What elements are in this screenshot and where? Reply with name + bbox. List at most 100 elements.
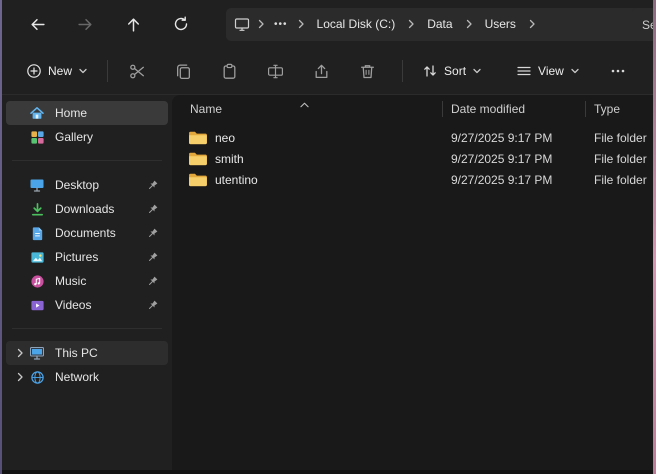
sort-icon <box>422 63 438 79</box>
copy-icon <box>175 63 192 80</box>
navigation-sidebar: Home Gallery Deskt <box>2 95 172 470</box>
more-options-button[interactable] <box>598 55 638 87</box>
file-date-modified: 9/27/2025 9:17 PM <box>442 131 586 145</box>
plus-circle-icon <box>26 63 42 79</box>
chevron-right-icon <box>294 19 308 29</box>
toolbar-separator <box>107 60 108 82</box>
sidebar-item-desktop[interactable]: Desktop <box>6 173 168 197</box>
folder-icon <box>188 130 207 145</box>
file-row-smith[interactable]: smith 9/27/2025 9:17 PM File folder <box>172 148 653 169</box>
sidebar-item-label: Desktop <box>55 178 144 192</box>
sort-label: Sort <box>444 64 466 78</box>
sidebar-item-label: Gallery <box>55 130 144 144</box>
rename-button[interactable] <box>255 55 295 87</box>
new-label: New <box>48 64 72 78</box>
home-icon <box>28 104 46 122</box>
column-label: Type <box>594 102 620 116</box>
explorer-body: Home Gallery Deskt <box>2 95 653 470</box>
sidebar-item-label: Downloads <box>55 202 144 216</box>
pin-icon <box>144 227 160 240</box>
delete-icon <box>359 63 376 80</box>
sidebar-item-pictures[interactable]: Pictures <box>6 245 168 269</box>
refresh-button[interactable] <box>165 8 197 40</box>
paste-button[interactable] <box>209 55 249 87</box>
column-label: Name <box>190 102 222 116</box>
file-type: File folder <box>586 173 653 187</box>
file-name: utentino <box>215 173 258 187</box>
column-header-date-modified[interactable]: Date modified <box>442 101 585 117</box>
music-icon <box>28 272 46 290</box>
sidebar-item-documents[interactable]: Documents <box>6 221 168 245</box>
up-button[interactable] <box>117 8 149 40</box>
column-header-type[interactable]: Type <box>585 101 653 117</box>
breadcrumb-local-disk[interactable]: Local Disk (C:) <box>308 12 405 37</box>
copy-button[interactable] <box>163 55 203 87</box>
file-row-utentino[interactable]: utentino 9/27/2025 9:17 PM File folder <box>172 169 653 190</box>
sidebar-item-this-pc[interactable]: This PC <box>6 341 168 365</box>
search-text: Se <box>642 18 653 32</box>
sidebar-item-music[interactable]: Music <box>6 269 168 293</box>
gallery-icon <box>28 128 46 146</box>
sidebar-item-network[interactable]: Network <box>6 365 168 389</box>
rename-icon <box>267 63 284 80</box>
chevron-right-icon <box>462 19 476 29</box>
cut-button[interactable] <box>117 55 157 87</box>
sort-button[interactable]: Sort <box>412 55 492 87</box>
sidebar-item-label: Network <box>55 370 144 384</box>
desktop-icon <box>28 176 46 194</box>
file-date-modified: 9/27/2025 9:17 PM <box>442 152 586 166</box>
paste-icon <box>221 63 238 80</box>
sidebar-separator <box>12 160 162 161</box>
address-bar[interactable]: ••• Local Disk (C:) Data Users <box>226 8 644 41</box>
forward-button[interactable] <box>69 8 101 40</box>
pin-icon <box>144 179 160 192</box>
file-type: File folder <box>586 131 653 145</box>
share-icon <box>313 63 330 80</box>
file-row-neo[interactable]: neo 9/27/2025 9:17 PM File folder <box>172 127 653 148</box>
up-icon <box>125 16 142 33</box>
breadcrumb-overflow-button[interactable]: ••• <box>268 12 294 37</box>
back-button[interactable] <box>21 8 53 40</box>
sidebar-item-downloads[interactable]: Downloads <box>6 197 168 221</box>
file-name: smith <box>215 152 244 166</box>
chevron-right-icon <box>404 19 418 29</box>
expand-chevron-icon[interactable] <box>12 348 28 358</box>
chevron-right-icon <box>254 19 268 29</box>
folder-icon <box>188 172 207 187</box>
expand-chevron-icon[interactable] <box>12 372 28 382</box>
chevron-down-icon <box>472 66 482 76</box>
new-button[interactable]: New <box>16 55 98 87</box>
pin-icon <box>144 203 160 216</box>
back-icon <box>29 16 46 33</box>
view-label: View <box>538 64 564 78</box>
network-icon <box>28 368 46 386</box>
videos-icon <box>28 296 46 314</box>
column-label: Date modified <box>451 102 525 116</box>
breadcrumb-data[interactable]: Data <box>418 12 461 37</box>
view-button[interactable]: View <box>506 55 590 87</box>
chevron-down-icon <box>78 66 88 76</box>
toolbar-separator <box>402 60 403 82</box>
sidebar-item-gallery[interactable]: Gallery <box>6 125 168 149</box>
sidebar-item-label: Documents <box>55 226 144 240</box>
command-toolbar: New <box>2 48 653 95</box>
navigation-bar: ••• Local Disk (C:) Data Users Se <box>2 0 653 48</box>
search-input[interactable]: Se <box>632 8 653 41</box>
file-name: neo <box>215 131 235 145</box>
sidebar-item-label: Music <box>55 274 144 288</box>
column-header-name[interactable]: Name <box>172 95 442 122</box>
share-button[interactable] <box>301 55 341 87</box>
breadcrumb-users[interactable]: Users <box>476 12 525 37</box>
file-explorer-screenshot: ••• Local Disk (C:) Data Users Se <box>0 0 656 474</box>
sidebar-item-home[interactable]: Home <box>6 101 168 125</box>
toolbar-right-group: Sort View <box>412 55 644 87</box>
sidebar-item-label: This PC <box>55 346 144 360</box>
sidebar-item-videos[interactable]: Videos <box>6 293 168 317</box>
this-pc-icon <box>28 344 46 362</box>
delete-button[interactable] <box>347 55 387 87</box>
sidebar-item-label: Pictures <box>55 250 144 264</box>
file-explorer-window: ••• Local Disk (C:) Data Users Se <box>2 0 653 470</box>
more-options-icon <box>610 63 626 79</box>
file-list-pane: Name Date modified Type <box>172 95 653 470</box>
cut-icon <box>129 63 146 80</box>
